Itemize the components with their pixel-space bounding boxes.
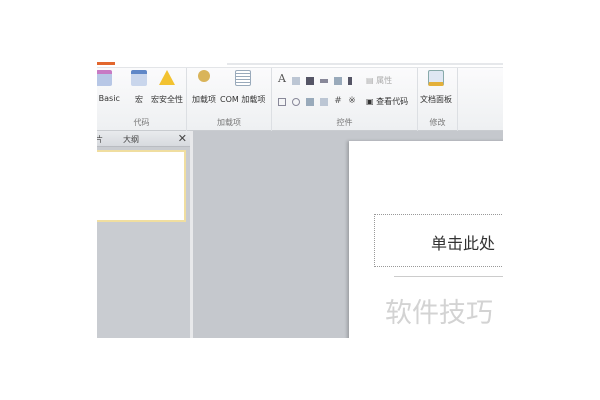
ribbon: al Basic 宏 宏安全性 代码 加载项 COM 加载项 加载项 A # ※… (97, 68, 503, 131)
macro-security-button[interactable]: 宏安全性 (151, 70, 183, 105)
title-placeholder[interactable]: 单击此处 (374, 214, 503, 267)
listbox-control-icon[interactable] (334, 77, 342, 85)
watermark: 软件技巧 (385, 298, 493, 329)
panel-tabs: 片 大纲 ✕ (97, 131, 190, 147)
button-control-icon[interactable] (320, 79, 328, 83)
group-addins: 加载项 COM 加载项 加载项 (187, 68, 272, 131)
group-code: al Basic 宏 宏安全性 代码 (97, 68, 187, 131)
document-panel-button[interactable]: 文档面板 (420, 70, 452, 105)
tab-outline[interactable]: 大纲 (123, 134, 139, 145)
radio-control-icon[interactable] (292, 98, 300, 106)
label-control-icon[interactable]: A (278, 73, 286, 84)
slide-canvas: 单击此处 软件技巧 (349, 141, 503, 338)
gear-icon (198, 70, 210, 82)
file-tab-accent[interactable] (97, 62, 115, 65)
view-code-button[interactable]: ▣ 查看代码 (366, 96, 408, 107)
document-panel-icon (428, 70, 444, 86)
slide-thumbnail[interactable] (97, 150, 186, 222)
tab-bar (227, 63, 503, 65)
com-addins-button[interactable]: COM 加载项 (220, 70, 265, 105)
addins-button[interactable]: 加载项 (192, 70, 216, 105)
tab-slides[interactable]: 片 (97, 134, 103, 145)
close-icon[interactable]: ✕ (178, 132, 187, 145)
macro-button[interactable]: 宏 (131, 70, 147, 105)
com-addins-icon (234, 70, 251, 86)
subtitle-divider (394, 276, 503, 277)
title-strip (97, 58, 503, 68)
more-controls-icon[interactable]: ※ (348, 97, 356, 106)
visual-basic-button[interactable]: al Basic (97, 70, 120, 103)
group-modify: 文档面板 修改 (418, 68, 458, 131)
scrollbar-control-icon[interactable] (348, 77, 352, 85)
powerpoint-window: al Basic 宏 宏安全性 代码 加载项 COM 加载项 加载项 A # ※… (97, 58, 503, 338)
group-controls: A # ※ ▤ 属性 ▣ 查看代码 控件 (272, 68, 418, 131)
spin-control-icon[interactable]: # (334, 97, 342, 106)
textbox-control-icon[interactable] (292, 77, 300, 85)
combobox-control-icon[interactable] (306, 98, 314, 106)
panel-splitter[interactable] (190, 131, 193, 338)
visual-basic-icon (97, 70, 113, 86)
properties-button[interactable]: ▤ 属性 (366, 75, 392, 86)
slides-panel: 片 大纲 ✕ (97, 131, 190, 338)
image-control-icon[interactable] (306, 77, 314, 85)
warning-icon (159, 70, 175, 85)
macro-icon (131, 70, 147, 86)
toggle-control-icon[interactable] (320, 98, 328, 106)
checkbox-control-icon[interactable] (278, 98, 286, 106)
